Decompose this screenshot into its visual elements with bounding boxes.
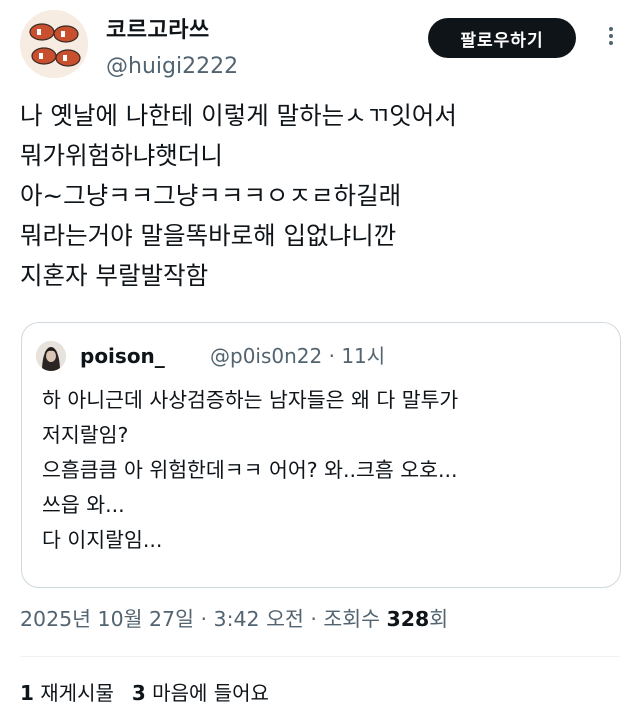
quoted-line: 저지랄임? — [42, 423, 129, 447]
tweet-time[interactable]: 3:42 오전 — [214, 607, 304, 631]
quoted-author-handle: @p0is0n22 — [210, 344, 323, 368]
tweet-date[interactable]: 2025년 10월 27일 — [20, 607, 194, 631]
quoted-tweet-card[interactable]: poison_ @p0is0n22 · 11시 하 아니근데 사상검증하는 남자… — [21, 322, 621, 588]
timestamp-separator: · — [193, 607, 214, 631]
reposts-label: 재게시물 — [33, 681, 114, 705]
likes-stat[interactable]: 3 마음에 들어요 — [132, 681, 269, 705]
author-display-name[interactable]: 코르고라쓰 — [106, 16, 238, 46]
tweet-line: 뭐라는거야 말을똑바로해 입없냐니깐 — [20, 221, 397, 250]
tweet-line: 지혼자 부랄발작함 — [20, 261, 209, 290]
reposts-count: 1 — [20, 681, 34, 705]
quoted-line: 하 아니근데 사상검증하는 남자들은 왜 다 말투가 — [42, 388, 459, 412]
tweet-line: 뭐가위험하냐햇더니 — [20, 141, 223, 170]
author-names: 코르고라쓰 @huigi2222 — [106, 16, 238, 82]
follow-button[interactable]: 팔로우하기 — [428, 18, 576, 58]
tweet-timestamp: 2025년 10월 27일 · 3:42 오전 · 조회수 328회 — [20, 604, 448, 634]
likes-count: 3 — [131, 681, 146, 705]
views-unit: 회 — [429, 607, 449, 631]
engagement-stats: 1 재게시물 3 마음에 들어요 — [20, 678, 269, 708]
quoted-meta: @p0is0n22 · 11시 — [210, 341, 385, 371]
more-options-icon[interactable] — [604, 24, 618, 54]
tweet-line: 나 옛날에 나한테 이렇게 말하는ㅅㄲ잇어서 — [20, 101, 457, 130]
views-label: 조회수 — [323, 607, 387, 631]
tweet-line: 아~그냥ㅋㅋ그냥ㅋㅋㅋㅇㅈㄹ하길래 — [20, 181, 402, 210]
divider — [20, 656, 620, 657]
quoted-line: 쓰읍 와... — [42, 493, 125, 517]
tweet-header: 코르고라쓰 @huigi2222 팔로우하기 — [20, 10, 620, 82]
quoted-author-name: poison_ — [80, 344, 165, 368]
author-avatar[interactable] — [20, 10, 88, 78]
meta-separator: · — [328, 344, 335, 368]
quoted-line: 으흠큼큼 아 위험한데ㅋㅋ 어어? 와..크흠 오호... — [42, 458, 458, 482]
views-count: 328 — [386, 607, 430, 631]
author-handle[interactable]: @huigi2222 — [106, 52, 238, 82]
likes-label: 마음에 들어요 — [145, 681, 269, 705]
reposts-stat[interactable]: 1 재게시물 — [20, 681, 114, 705]
tweet-body: 나 옛날에 나한테 이렇게 말하는ㅅㄲ잇어서 뭐가위험하냐햇더니 아~그냥ㅋㅋ그… — [20, 96, 620, 296]
quoted-author-avatar — [36, 341, 66, 371]
quoted-body: 하 아니근데 사상검증하는 남자들은 왜 다 말투가 저지랄임? 으흠큼큼 아 … — [42, 383, 612, 558]
quoted-time: 11시 — [341, 344, 386, 368]
quoted-line: 다 이지랄임... — [42, 528, 163, 552]
timestamp-separator: · — [303, 607, 324, 631]
